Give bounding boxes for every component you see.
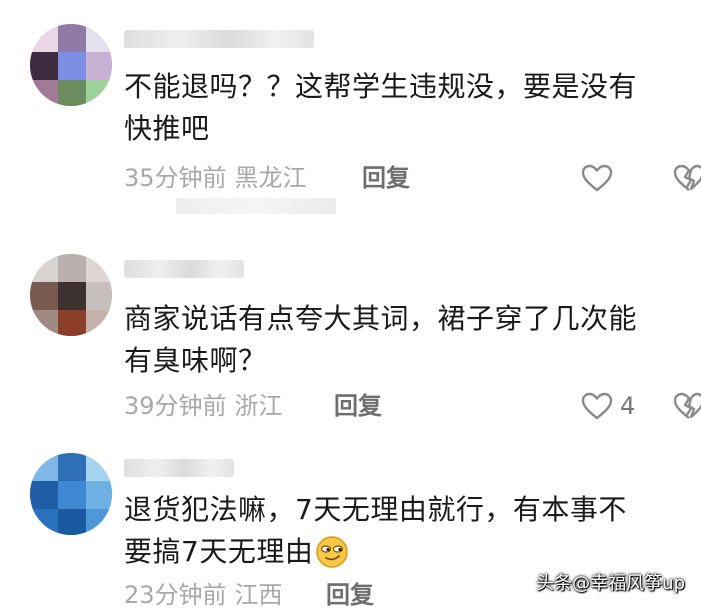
- avatar[interactable]: [30, 254, 112, 336]
- like-count: 4: [620, 392, 636, 420]
- comment-text: 退货犯法嘛，7天无理由就行，有本事不 要搞7天无理由: [124, 489, 701, 573]
- broken-heart-icon: [673, 392, 701, 419]
- comment-text-line: 商家说话有点夸大其词，裙子穿了几次能: [124, 302, 638, 335]
- comment-text-line: 不能退吗？？这帮学生违规没，要是没有: [124, 70, 638, 103]
- heart-outline-icon: [581, 392, 613, 420]
- comment-text-line: 快推吧: [124, 112, 210, 145]
- dislike-button[interactable]: [672, 158, 701, 198]
- comment-meta: 23分钟前 江西: [124, 575, 283, 615]
- comment-text-line: 退货犯法嘛，7天无理由就行，有本事不: [124, 493, 627, 526]
- comment-text-segment: 要搞7天无理由: [124, 535, 314, 568]
- reply-button[interactable]: 回复: [362, 158, 410, 198]
- comment-item: 不能退吗？？这帮学生违规没，要是没有 快推吧 35分钟前 黑龙江 回复: [0, 0, 701, 220]
- broken-heart-icon: [673, 164, 701, 191]
- avatar[interactable]: [30, 453, 112, 535]
- location: 浙江: [234, 392, 283, 420]
- blurred-reply-preview: [176, 198, 336, 214]
- location: 江西: [234, 581, 283, 609]
- username[interactable]: [124, 260, 244, 278]
- comment-meta: 35分钟前 黑龙江: [124, 158, 307, 198]
- timestamp: 23分钟前: [124, 581, 227, 609]
- comment-text-line: 要搞7天无理由: [124, 531, 701, 573]
- reply-button[interactable]: 回复: [326, 575, 374, 615]
- timestamp: 39分钟前: [124, 392, 227, 420]
- smirk-face-emoji: [316, 536, 349, 568]
- heart-outline-icon: [581, 164, 613, 192]
- username[interactable]: [124, 459, 234, 477]
- comment-item: 商家说话有点夸大其词，裙子穿了几次能 有臭味啊？ 39分钟前 浙江 回复 4: [0, 240, 701, 440]
- location: 黑龙江: [234, 164, 307, 192]
- reply-button[interactable]: 回复: [334, 386, 382, 426]
- avatar[interactable]: [30, 24, 112, 106]
- watermark: 头条@幸福风筝up: [536, 573, 685, 594]
- like-button[interactable]: 4: [580, 386, 635, 426]
- timestamp: 35分钟前: [124, 164, 227, 192]
- dislike-button[interactable]: [672, 386, 701, 426]
- comment-meta: 39分钟前 浙江: [124, 386, 283, 426]
- like-button[interactable]: [580, 158, 620, 198]
- username[interactable]: [124, 30, 314, 48]
- comment-text: 不能退吗？？这帮学生违规没，要是没有 快推吧: [124, 66, 701, 150]
- comment-text: 商家说话有点夸大其词，裙子穿了几次能 有臭味啊？: [124, 298, 701, 382]
- comment-text-line: 有臭味啊？: [124, 344, 267, 377]
